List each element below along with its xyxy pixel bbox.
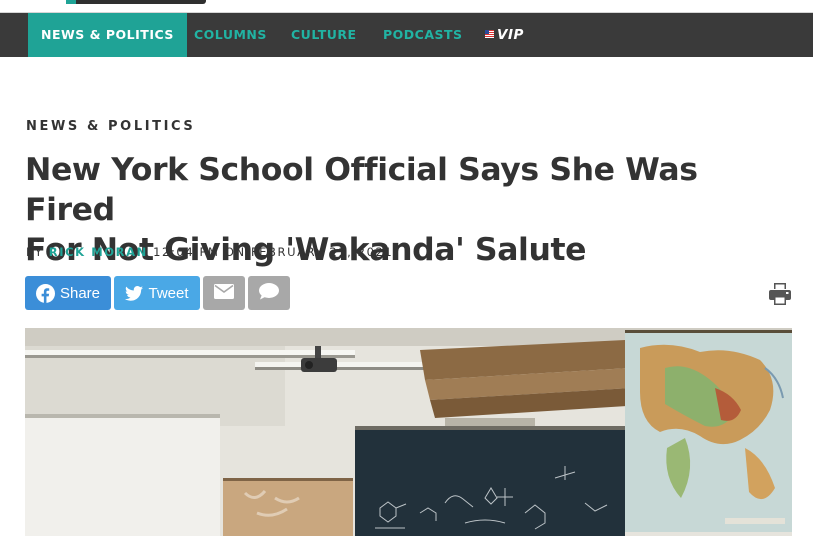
nav-item-news-politics[interactable]: NEWS & POLITICS (28, 13, 187, 57)
nav-item-podcasts[interactable]: PODCASTS (383, 13, 463, 57)
nav-item-vip[interactable]: VIP (485, 13, 524, 57)
facebook-icon (35, 283, 55, 303)
main-navigation: NEWS & POLITICS COLUMNS CULTURE PODCASTS… (0, 13, 813, 57)
twitter-tweet-button[interactable]: Tweet (114, 276, 200, 310)
article-timestamp: 12:04 PM ON FEBRUARY 21, 2021 (153, 245, 394, 259)
top-header-strip (0, 0, 813, 13)
nav-item-columns[interactable]: COLUMNS (194, 13, 267, 57)
article-byline: BY RICK MORAN 12:04 PM ON FEBRUARY 21, 2… (26, 245, 393, 259)
site-logo[interactable] (66, 0, 206, 4)
email-share-button[interactable] (203, 276, 245, 310)
print-icon[interactable] (768, 282, 792, 306)
byline-prefix: BY (26, 245, 44, 259)
twitter-tweet-label: Tweet (148, 284, 189, 302)
headline-line-1: New York School Official Says She Was Fi… (25, 152, 698, 228)
twitter-icon (125, 285, 144, 301)
author-link[interactable]: RICK MORAN (49, 245, 148, 259)
comment-icon (259, 282, 279, 304)
facebook-share-button[interactable]: Share (25, 276, 111, 310)
nav-left-spacer (0, 13, 28, 57)
vip-label: VIP (497, 27, 524, 43)
us-flag-icon (485, 30, 494, 38)
envelope-icon (214, 283, 234, 303)
nav-item-culture[interactable]: CULTURE (291, 13, 357, 57)
article-section-label[interactable]: NEWS & POLITICS (26, 119, 195, 134)
facebook-share-label: Share (59, 284, 101, 302)
article-hero-image (25, 328, 792, 536)
comments-button[interactable] (248, 276, 290, 310)
